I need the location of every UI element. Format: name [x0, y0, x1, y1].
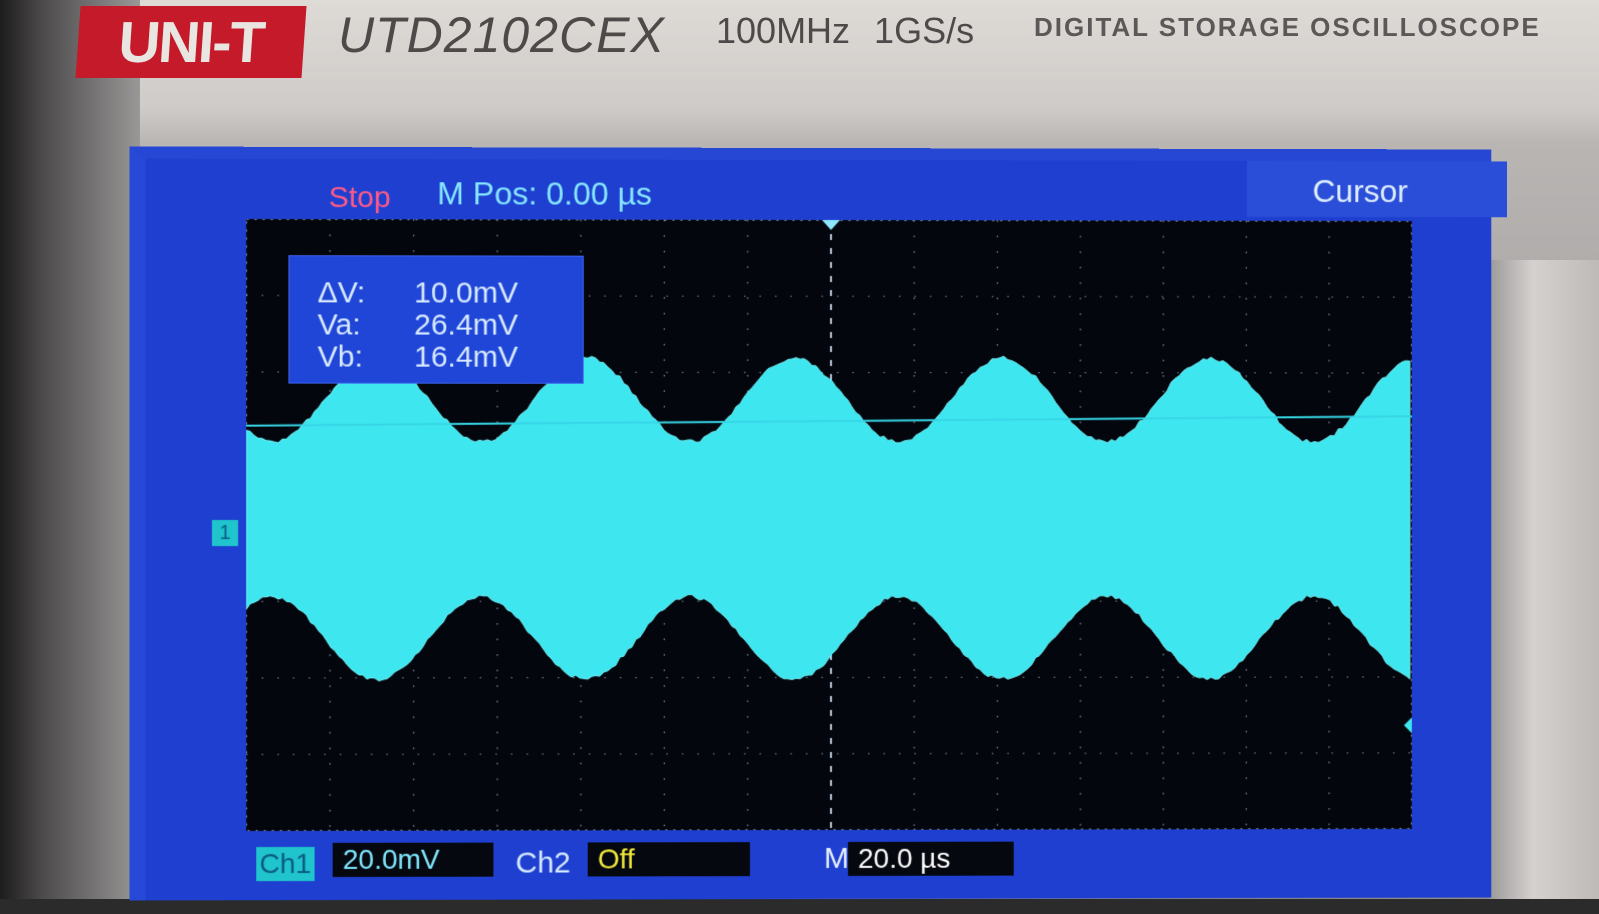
oscilloscope-screen: Stop M Pos: 0.00 µs Cursor ΔV: 10.0mV Va… — [129, 147, 1491, 901]
ch2-tag[interactable]: Ch2 — [516, 846, 571, 880]
ch1-waveform — [246, 356, 1410, 682]
brand-logo: UNI-T — [75, 6, 306, 78]
cursor-row-label: Va: — [318, 308, 361, 342]
waveform-graticule: ΔV: 10.0mV Va: 26.4mV Vb: 16.4mV — [246, 219, 1412, 831]
cursor-row-label: Vb: — [318, 340, 363, 374]
bezel-right-edge — [1489, 260, 1599, 899]
ch1-ground-marker[interactable]: 1 — [212, 520, 238, 546]
menu-title[interactable]: Cursor — [1313, 173, 1408, 210]
cursor-row-value: 10.0mV — [414, 276, 518, 310]
bottom-status-bar: Ch1 20.0mV Ch2 Off M 20.0 µs — [145, 831, 1491, 914]
timebase-scale: 20.0 µs — [848, 842, 1014, 876]
cursor-row-value: 26.4mV — [414, 309, 518, 343]
trigger-level-marker[interactable] — [1404, 717, 1412, 733]
grid-horizontal-line — [246, 753, 1412, 755]
grid-horizontal-line — [246, 677, 1412, 678]
horizontal-position: M Pos: 0.00 µs — [437, 175, 652, 212]
ch2-state: Off — [588, 842, 750, 876]
timebase-label: M — [824, 842, 849, 876]
model-name: UTD2102CEX — [338, 6, 665, 64]
run-state: Stop — [329, 181, 391, 215]
cursor-readout-panel: ΔV: 10.0mV Va: 26.4mV Vb: 16.4mV — [288, 255, 583, 384]
product-line: DIGITAL STORAGE OSCILLOSCOPE — [1034, 12, 1541, 43]
cursor-row-label: ΔV: — [318, 276, 366, 310]
model-specs: 100MHz 1GS/s — [716, 10, 974, 52]
cursor-row-value: 16.4mV — [414, 341, 518, 375]
ch1-scale: 20.0mV — [333, 843, 494, 877]
bezel-left-edge — [0, 0, 140, 899]
trigger-position-marker — [822, 220, 840, 230]
status-bar: Stop M Pos: 0.00 µs Cursor — [145, 159, 1491, 218]
ch1-tag[interactable]: Ch1 — [256, 847, 314, 881]
